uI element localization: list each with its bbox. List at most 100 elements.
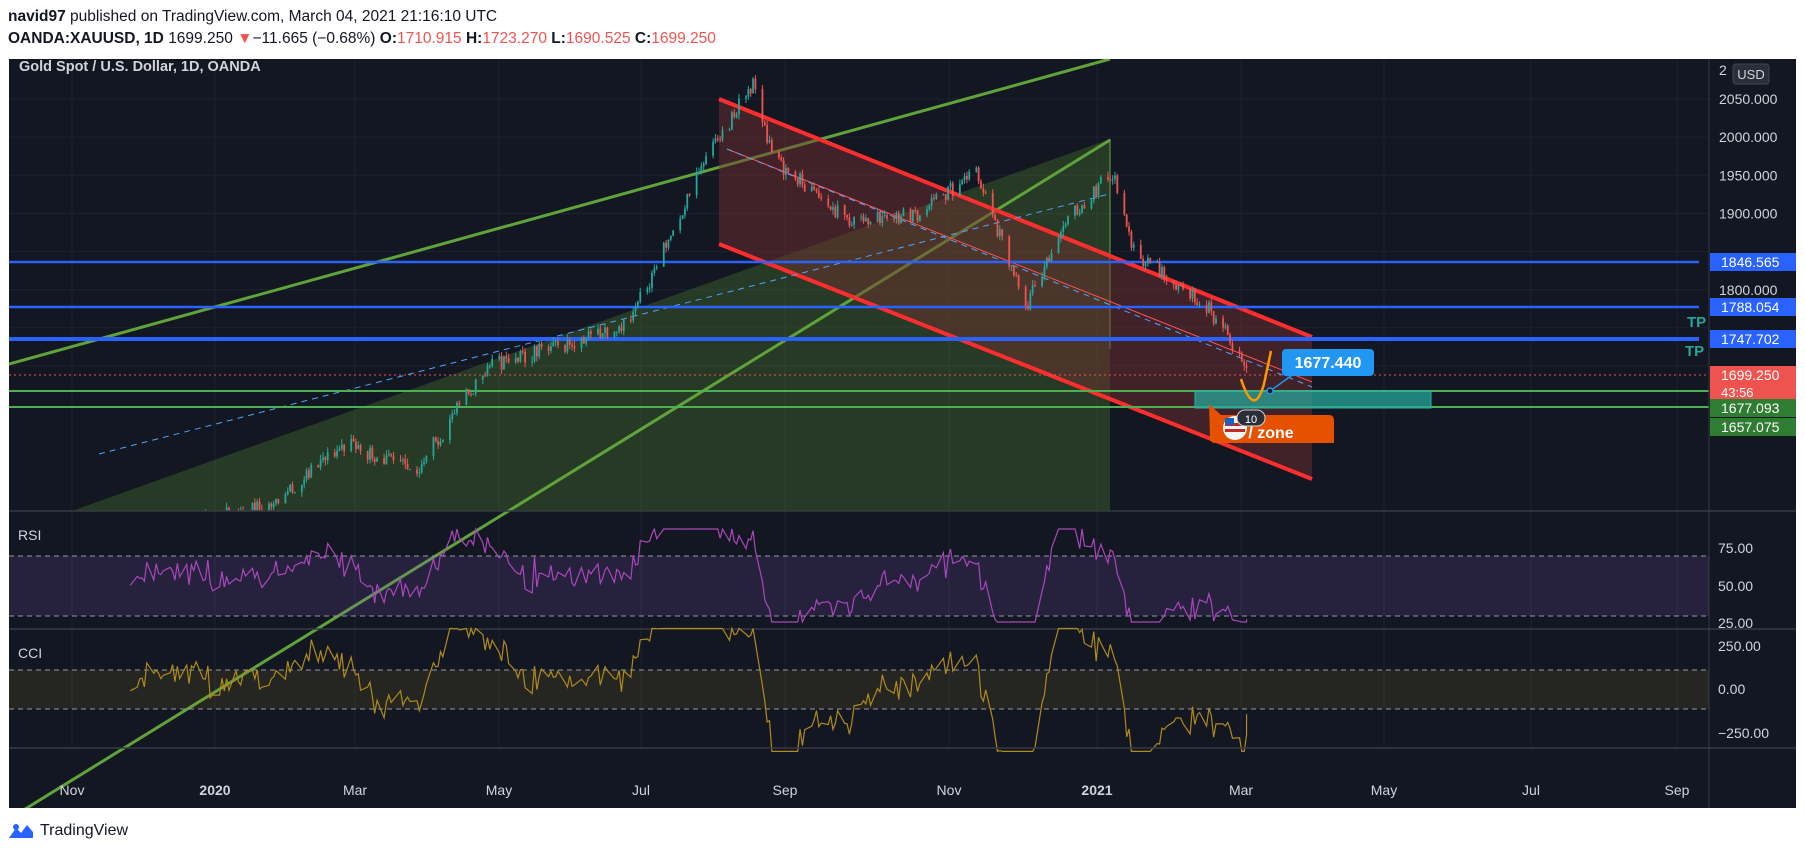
candle-body	[324, 457, 327, 461]
candle-body	[966, 176, 968, 180]
candle-body	[897, 212, 900, 224]
candle-body	[928, 205, 931, 210]
candle-body	[1165, 279, 1168, 281]
author-name[interactable]: navid97	[8, 8, 66, 25]
candle-body	[425, 456, 428, 462]
candle-body	[869, 222, 872, 225]
candle-body	[524, 351, 526, 363]
cci-tick-minus250: −250.00	[1718, 725, 1769, 741]
candle-body	[453, 413, 456, 415]
candle-body	[634, 307, 637, 312]
tradingview-brand[interactable]: TradingView	[40, 822, 128, 840]
candle-body	[862, 216, 865, 222]
published-text: published on TradingView.com, March 04, …	[70, 8, 498, 25]
chart-frame[interactable]: 1677.440 / zone 10 TP TP Gold Spot / U.S…	[8, 57, 1796, 821]
candle-body	[573, 346, 576, 348]
footer: TradingView	[8, 818, 128, 844]
close-label: C:	[634, 30, 652, 47]
candle-body	[1034, 285, 1036, 287]
candle-body	[958, 184, 961, 196]
candle-body	[1109, 179, 1112, 181]
candle-body	[864, 218, 867, 222]
candle-body	[387, 453, 390, 456]
candle-body	[1001, 229, 1004, 237]
candle-body	[846, 214, 848, 218]
price-level-value: 1846.565	[1721, 254, 1780, 270]
time-tick-label: Mar	[343, 782, 367, 798]
candle-body	[322, 457, 324, 460]
candle-body	[582, 337, 585, 344]
candle-body	[686, 193, 689, 209]
candle-body	[883, 215, 886, 217]
candle-body	[554, 341, 557, 343]
buy-zone-label: / zone	[1248, 425, 1293, 442]
candle-body	[383, 458, 385, 465]
candle-body	[303, 479, 306, 485]
candle-body	[484, 375, 487, 377]
candle-body	[359, 444, 362, 452]
candle-body	[571, 344, 573, 347]
candle-body	[834, 207, 837, 218]
candle-body	[503, 356, 505, 370]
candle-body	[343, 444, 346, 452]
price-tick-label: 2050.000	[1719, 91, 1778, 107]
candle-body	[293, 492, 296, 494]
candle-body	[439, 441, 442, 446]
rsi-band	[9, 556, 1709, 616]
buy-zone-box[interactable]	[1194, 390, 1432, 409]
time-tick-label: Nov	[60, 782, 85, 798]
candle-body	[1050, 252, 1053, 262]
candle-body	[651, 272, 653, 288]
candle-body	[980, 181, 982, 189]
candle-body	[770, 140, 773, 152]
candle-body	[1198, 304, 1201, 306]
candle-body	[926, 209, 928, 216]
time-tick-label: May	[486, 782, 512, 798]
candle-body	[615, 331, 618, 333]
candle-body	[1114, 175, 1116, 180]
candle-body	[1130, 231, 1133, 248]
candle-body	[646, 288, 649, 293]
candle-body	[1067, 215, 1069, 225]
candle-body	[803, 184, 806, 192]
time-tick-label: Sep	[1665, 782, 1690, 798]
time-tick-label: Jul	[632, 782, 650, 798]
candle-body	[392, 455, 395, 461]
candle-body	[1229, 334, 1231, 344]
candle-body	[881, 216, 884, 223]
candle-body	[1163, 267, 1166, 280]
candle-body	[500, 355, 503, 370]
candle-body	[944, 194, 947, 200]
cci-tick-0: 0.00	[1718, 681, 1745, 697]
candle-body	[991, 192, 994, 215]
candle-body	[794, 171, 797, 179]
candle-body	[357, 444, 360, 449]
candle-body	[1182, 285, 1184, 289]
candle-body	[465, 389, 468, 405]
candle-body	[895, 212, 898, 220]
price-tick-label: 2	[1719, 62, 1727, 78]
candle-body	[399, 460, 402, 462]
candle-body	[1097, 183, 1100, 198]
candle-body	[550, 346, 552, 352]
cci-tick-250: 250.00	[1718, 638, 1761, 654]
candle-body	[402, 459, 404, 461]
candle-body	[585, 337, 588, 344]
candle-body	[458, 402, 461, 405]
candle-body	[310, 464, 313, 478]
candle-body	[763, 122, 766, 126]
candle-body	[1107, 176, 1109, 180]
candle-body	[820, 197, 823, 199]
candle-body	[832, 207, 834, 210]
time-tick-label: 2020	[199, 782, 230, 798]
time-tick-label: Jul	[1522, 782, 1540, 798]
candle-body	[350, 438, 353, 452]
candle-body	[850, 224, 853, 226]
candle-body	[538, 343, 541, 357]
chart-canvas[interactable]: 1677.440 / zone 10 TP TP Gold Spot / U.S…	[8, 57, 1796, 821]
publish-header: navid97 published on TradingView.com, Ma…	[8, 6, 1788, 50]
candle-body	[848, 217, 851, 226]
candle-body	[319, 459, 322, 468]
candle-body	[1224, 325, 1227, 328]
candle-body	[369, 447, 371, 460]
